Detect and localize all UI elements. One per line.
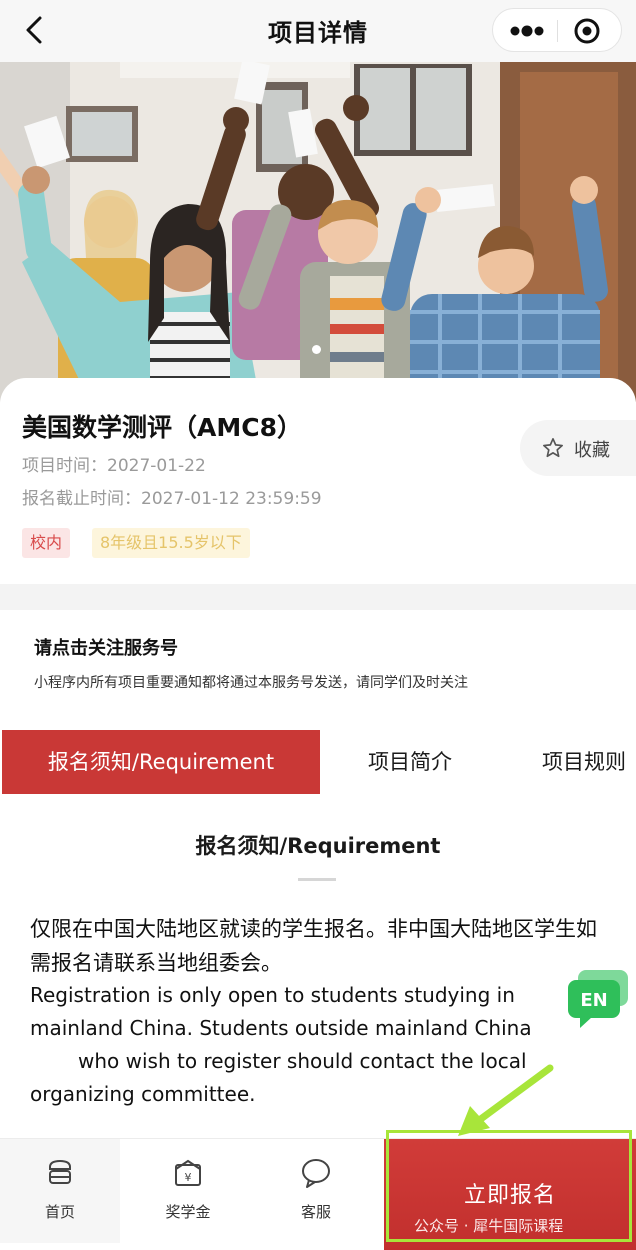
follow-title: 请点击关注服务号 — [34, 638, 178, 659]
bottom-nav-customer-service[interactable]: 客服 — [256, 1139, 376, 1243]
carousel-indicator[interactable] — [312, 345, 321, 354]
translate-bubble-icon: EN — [556, 960, 636, 1032]
close-target-icon[interactable] — [557, 9, 621, 53]
bottom-nav-home[interactable]: 首页 — [0, 1139, 120, 1243]
enroll-now-label: 立即报名 — [463, 1183, 556, 1208]
program-info-card: 美国数学测评（AMC8） 项目时间：2027-01-22 报名截止时间：2027… — [0, 378, 636, 584]
requirement-content: 报名须知/Requirement 仅限在中国大陆地区就读的学生报名。非中国大陆地… — [0, 808, 636, 1138]
bottom-nav-scholarship-label: 奖学金 — [165, 1203, 211, 1221]
bottom-nav-service-label: 客服 — [300, 1203, 331, 1221]
hero-banner[interactable] — [0, 62, 636, 402]
program-date: 项目时间：2027-01-22 — [22, 456, 206, 476]
watermark: 公众号 · 犀牛国际课程 — [414, 1217, 564, 1235]
requirement-text-en-line: who wish to register should contact the … — [78, 1049, 527, 1073]
en-badge-label: EN — [580, 990, 607, 1011]
requirement-text-en-line: organizing committee. — [30, 1082, 256, 1106]
tab-requirement[interactable]: 报名须知/Requirement — [2, 730, 320, 794]
star-icon — [543, 438, 563, 458]
program-title: 美国数学测评（AMC8） — [22, 413, 302, 442]
more-dots-icon[interactable] — [493, 9, 557, 53]
registration-deadline: 报名截止时间：2027-01-12 23:59:59 — [22, 489, 322, 509]
translate-en-button[interactable]: EN — [556, 960, 636, 1032]
tab-rules[interactable]: 项目规则 — [542, 730, 626, 794]
tag-eligibility: 8年级且15.5岁以下 — [92, 528, 250, 558]
nav-bar: 项目详情 — [0, 0, 636, 62]
tab-introduction[interactable]: 项目简介 — [368, 730, 452, 794]
heading-underline — [298, 878, 336, 881]
requirement-text-en-line: mainland China. Students outside mainlan… — [30, 1016, 532, 1040]
requirement-heading: 报名须知/Requirement — [195, 834, 441, 858]
mini-program-capsule — [492, 8, 622, 52]
follow-service-account[interactable]: 请点击关注服务号 小程序内所有项目重要通知都将通过本服务号发送，请同学们及时关注 — [0, 610, 636, 714]
tag-on-campus: 校内 — [22, 528, 71, 558]
tab-bar: 报名须知/Requirement 项目简介 项目规则 — [0, 714, 636, 808]
bottom-nav-home-label: 首页 — [44, 1203, 75, 1221]
favorite-label: 收藏 — [574, 440, 610, 461]
svg-text:¥: ¥ — [185, 1171, 192, 1184]
scholarship-icon: ¥ — [175, 1159, 201, 1186]
favorite-button[interactable]: 收藏 — [520, 420, 636, 476]
home-icon — [49, 1159, 71, 1184]
requirement-text-en-line: Registration is only open to students st… — [30, 983, 515, 1007]
bottom-nav-scholarship[interactable]: ¥ 奖学金 — [128, 1139, 248, 1243]
follow-description: 小程序内所有项目重要通知都将通过本服务号发送，请同学们及时关注 — [34, 675, 468, 691]
chat-icon — [302, 1159, 330, 1188]
requirement-text-cn: 仅限在中国大陆地区就读的学生报名。非中国大陆地区学生如需报名请联系当地组委会。 — [30, 917, 597, 975]
